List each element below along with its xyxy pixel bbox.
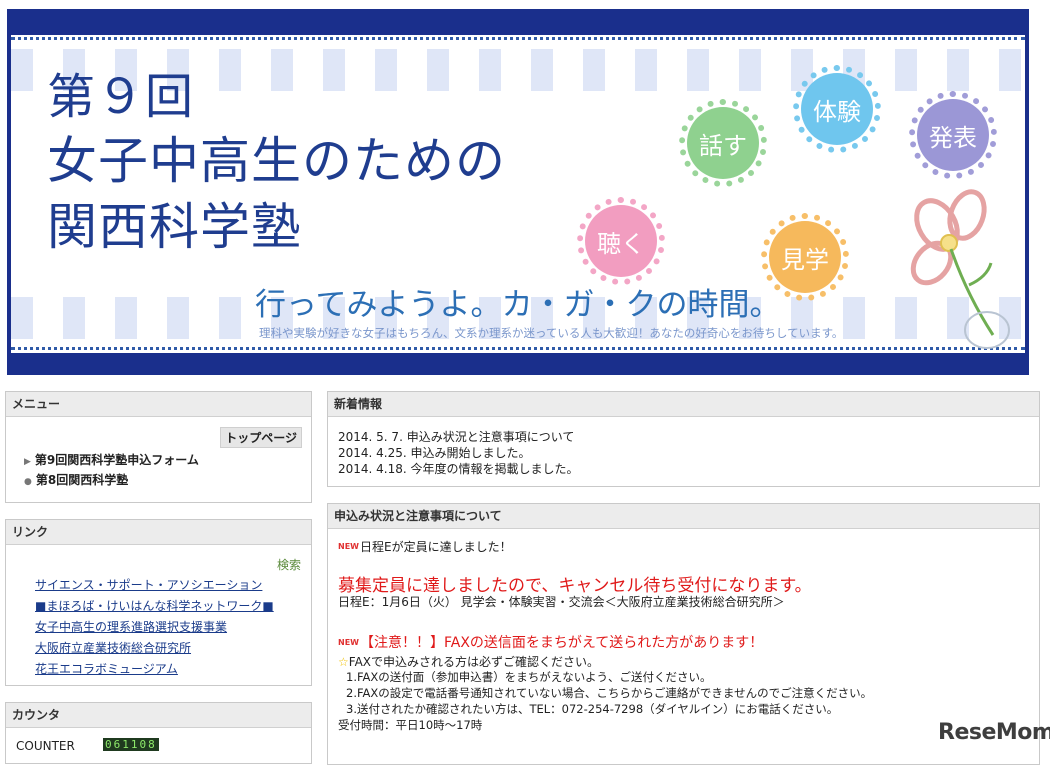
menu-panel: メニュー トップページ ▶ 第9回関西科学塾申込フォーム ● 第8回関西科学塾 [5, 391, 312, 503]
link-item[interactable]: 花王エコラボミュージアム [35, 660, 178, 677]
banner-title-edition: 第９回 [47, 69, 195, 125]
star-icon: ☆ [338, 655, 349, 669]
bubble-taiken: 体験 [793, 65, 881, 153]
link-item[interactable]: 大阪府立産業技術総合研究所 [35, 639, 191, 656]
new-badge: NEW [338, 542, 359, 551]
news-panel: 新着情報 2014. 5. 7. 申込み状況と注意事項について 2014. 4.… [327, 391, 1040, 487]
triangle-right-icon: ▶ [24, 457, 31, 467]
bubble-kiku: 聴く [577, 197, 665, 285]
news-item[interactable]: 2014. 4.18. 今年度の情報を掲載しました。 [338, 460, 579, 477]
news-item[interactable]: 2014. 4.25. 申込み開始しました。 [338, 444, 531, 461]
header-banner: 第９回 女子中高生のための 関西科学塾 話す 体験 発表 聴く 見学 行ってみよ… [7, 9, 1029, 375]
links-panel-title: リンク [6, 520, 311, 545]
menu-item-application-form[interactable]: ▶ 第9回関西科学塾申込フォーム [24, 451, 199, 468]
top-page-button[interactable]: トップページ [220, 427, 302, 448]
notice-panel-title: 申込み状況と注意事項について [328, 504, 1039, 529]
counter-label: COUNTER [16, 739, 75, 753]
menu-panel-title: メニュー [6, 392, 311, 417]
bullet-icon: ● [24, 477, 32, 487]
news-panel-title: 新着情報 [328, 392, 1039, 417]
notice-hours: 受付時間：平日10時～17時 [338, 718, 483, 732]
notice-fax-warning: NEW【注意！！】FAXの送信面をまちがえて送られた方があります！ [338, 635, 764, 651]
counter-panel: カウンタ COUNTER 061108 [5, 702, 312, 764]
banner-dotted-border [11, 347, 1025, 350]
link-item[interactable]: サイエンス・サポート・アソシエーション [35, 576, 262, 593]
notice-schedule: 日程E：1月6日（火） 見学会・体験実習・交流会＜大阪府立産業技術総合研究所＞ [338, 595, 785, 609]
banner-dotted-border [11, 37, 1025, 40]
counter-value: 061108 [103, 738, 159, 751]
notice-fax-item: 3.送付されたか確認されたい方は、TEL：072-254-7298（ダイヤルイン… [346, 702, 839, 716]
news-item[interactable]: 2014. 5. 7. 申込み状況と注意事項について [338, 428, 574, 445]
notice-fax-item: 1.FAXの送付面（参加申込書）をまちがえないよう、ご送付ください。 [346, 670, 712, 684]
notice-fax-item: 2.FAXの設定で電話番号通知されていない場合、こちらからご連絡ができませんので… [346, 686, 873, 700]
counter-panel-title: カウンタ [6, 703, 311, 728]
bubble-happyo: 発表 [909, 91, 997, 179]
notice-panel: 申込み状況と注意事項について NEW日程Eが定員に達しました！ 募集定員に達しま… [327, 503, 1040, 765]
banner-artwork: 第９回 女子中高生のための 関西科学塾 話す 体験 発表 聴く 見学 行ってみよ… [11, 35, 1025, 353]
banner-title-sub: 関西科学塾 [47, 198, 302, 256]
flower-icon [910, 189, 1010, 349]
new-badge: NEW [338, 638, 359, 647]
links-panel: リンク 検索 サイエンス・サポート・アソシエーション ■まほろば・けいはんな科学… [5, 519, 312, 686]
notice-line: NEW日程Eが定員に達しました！ [338, 540, 512, 554]
link-item[interactable]: ■まほろば・けいはんな科学ネットワーク■ [35, 597, 274, 614]
search-link[interactable]: 検索 [277, 556, 301, 573]
menu-item-previous-event[interactable]: ● 第8回関西科学塾 [24, 471, 128, 488]
resemom-watermark-logo: ReseMom [938, 720, 1050, 745]
notice-fax-intro: ☆FAXで申込みされる方は必ずご確認ください。 [338, 655, 599, 669]
link-item[interactable]: 女子中高生の理系進路選択支援事業 [35, 618, 227, 635]
banner-subline: 理科や実験が好きな女子はもちろん、文系か理系か迷っている人も大歓迎！あなたの好奇… [259, 326, 844, 340]
bubble-hanasu: 話す [679, 99, 767, 187]
banner-title-main: 女子中高生のための [47, 132, 506, 190]
banner-slogan: 行ってみようよ。カ・ガ・クの時間。 [255, 287, 781, 323]
